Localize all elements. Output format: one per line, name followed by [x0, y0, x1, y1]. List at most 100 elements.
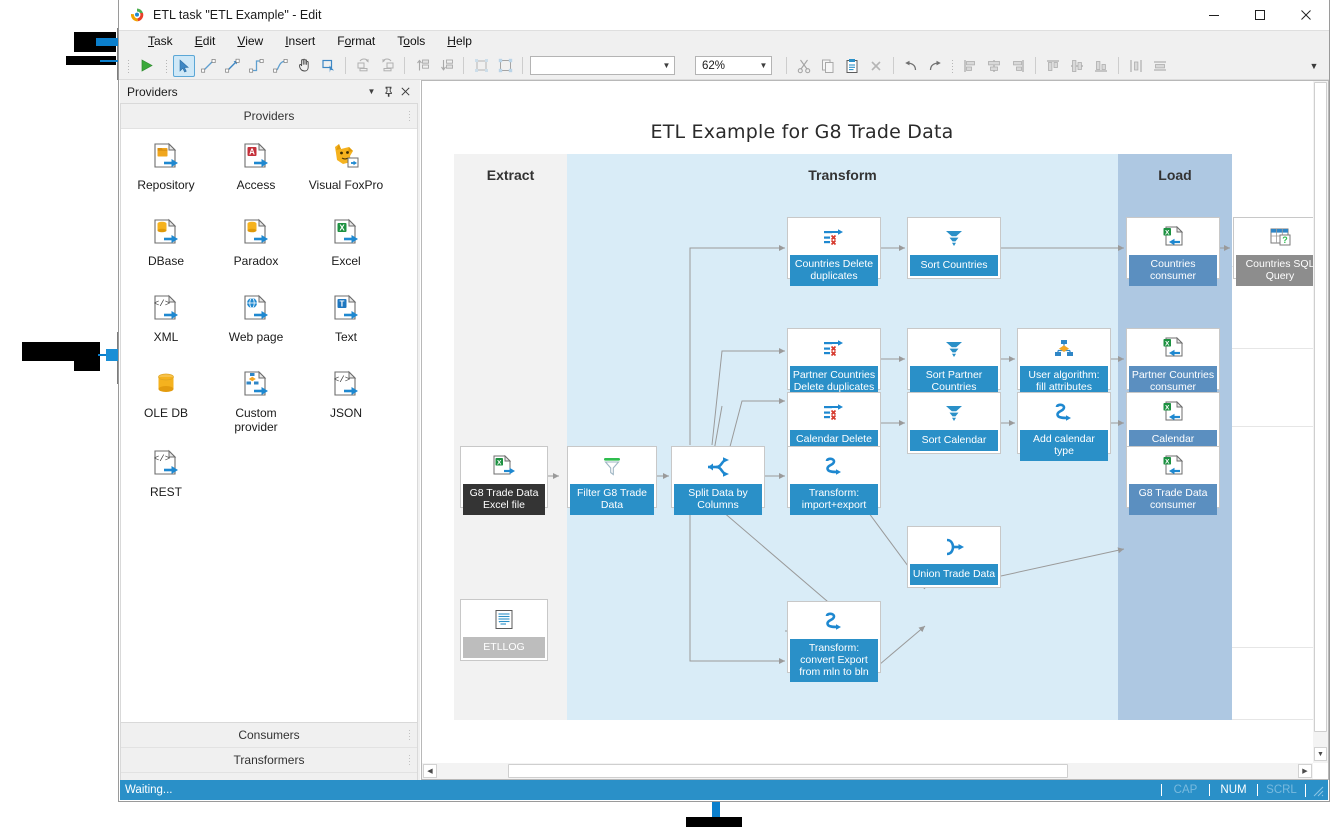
menu-item-insert[interactable]: Insert [274, 32, 326, 51]
provider-item-access[interactable]: A Access [211, 141, 301, 203]
menu-item-view[interactable]: View [226, 32, 274, 51]
node-user-algorithm-fill-attributes[interactable]: User algorithm: fill attributes [1017, 328, 1111, 390]
curved-line-tool[interactable] [269, 55, 291, 77]
node-partner-countries-delete-duplicates[interactable]: Partner Countries Delete duplicates [787, 328, 881, 390]
svg-text:?: ? [1282, 235, 1288, 245]
dock-title-label: Providers [127, 85, 363, 99]
paste-button[interactable] [841, 55, 863, 77]
node-partner-countries-consumer[interactable]: X Partner Countries consumer [1126, 328, 1220, 390]
dock-close-icon[interactable] [397, 83, 414, 100]
provider-item-json[interactable]: </> JSON [301, 369, 391, 434]
diagram-canvas[interactable]: ETL Example for G8 Trade Data Extract Tr… [422, 81, 1313, 753]
straight-line-tool[interactable] [197, 55, 219, 77]
node-countries-consumer[interactable]: X Countries consumer [1126, 217, 1220, 279]
insert-shape-tool[interactable] [317, 55, 339, 77]
menu-item-edit[interactable]: Edit [184, 32, 227, 51]
provider-item-visual-foxpro[interactable]: Visual FoxPro [301, 141, 391, 203]
node-g8-trade-data-excel-file[interactable]: X G8 Trade Data Excel file [460, 446, 548, 508]
pin-icon[interactable] [380, 83, 397, 100]
close-button[interactable] [1283, 0, 1329, 30]
group-header-transformers[interactable]: Transformers [121, 748, 417, 773]
node-countries-delete-duplicates[interactable]: Countries Delete duplicates [787, 217, 881, 279]
scroll-down-button[interactable]: ▼ [1314, 747, 1327, 761]
node-transform-import-export[interactable]: Transform: import+export [787, 446, 881, 508]
menu-item-help[interactable]: Help [436, 32, 483, 51]
providers-group-header[interactable]: Providers [121, 104, 417, 129]
toolbar-grip-2[interactable] [165, 59, 168, 73]
diagram-canvas-container[interactable]: ETL Example for G8 Trade Data Extract Tr… [421, 80, 1329, 780]
toolbar-overflow-button[interactable]: ▼ [1303, 55, 1325, 77]
node-sort-countries[interactable]: Sort Countries [907, 217, 1001, 279]
toolbar-separator-1 [345, 57, 346, 74]
window-title: ETL task "ETL Example" - Edit [153, 8, 321, 22]
transform-arrow-icon [788, 602, 880, 639]
provider-item-ole-db[interactable]: OLE DB [121, 369, 211, 434]
bring-forward-button [411, 55, 433, 77]
sql-query-icon: ? [1234, 218, 1313, 255]
node-sort-partner-countries[interactable]: Sort Partner Countries [907, 328, 1001, 390]
orthogonal-line-tool[interactable] [245, 55, 267, 77]
provider-label: REST [123, 485, 209, 499]
svg-text:X: X [339, 224, 345, 233]
scroll-left-button[interactable]: ◀ [423, 764, 437, 778]
canvas-horizontal-scroll-thumb[interactable] [508, 764, 1068, 778]
node-etllog[interactable]: ETLLOG [460, 599, 548, 661]
chevron-down-icon: ▼ [756, 62, 771, 70]
node-add-calendar-type[interactable]: Add calendar type [1017, 392, 1111, 454]
chevron-down-icon: ▼ [659, 62, 674, 70]
provider-item-web-page[interactable]: Web page [211, 293, 301, 355]
provider-item-paradox[interactable]: Paradox [211, 217, 301, 279]
delete-duplicates-icon [788, 393, 880, 430]
node-g8-trade-data-consumer[interactable]: X G8 Trade Data consumer [1126, 446, 1220, 508]
scroll-right-button[interactable]: ▶ [1298, 764, 1312, 778]
maximize-button[interactable] [1237, 0, 1283, 30]
provider-item-rest[interactable]: </> REST [121, 448, 211, 510]
align-center-button [983, 55, 1005, 77]
callout-box-provider-palette [22, 342, 100, 361]
provider-icon-grid: Repository A [121, 129, 417, 520]
toolbar-grip-3[interactable] [951, 59, 954, 73]
redo-button[interactable] [924, 55, 946, 77]
node-split-data-by-columns[interactable]: Split Data by Columns [671, 446, 765, 508]
transform-arrow-icon [788, 447, 880, 484]
node-label: Transform: import+export [790, 484, 878, 515]
zoom-combo[interactable]: 62% ▼ [695, 56, 772, 75]
canvas-vertical-scroll-thumb[interactable] [1314, 82, 1327, 732]
node-union-trade-data[interactable]: Union Trade Data [907, 526, 1001, 588]
undo-button[interactable] [900, 55, 922, 77]
excel-provider-icon: X [329, 217, 363, 249]
svg-text:X: X [1165, 229, 1170, 236]
select-pointer-tool[interactable] [173, 55, 195, 77]
provider-item-dbase[interactable]: DBase [121, 217, 211, 279]
custom-provider-icon [239, 369, 273, 401]
grid-cell [1232, 648, 1313, 720]
align-top-button [1042, 55, 1064, 77]
svg-text:A: A [249, 148, 255, 157]
group-header-consumers[interactable]: Consumers [121, 723, 417, 748]
dropdown-arrow-icon[interactable]: ▼ [363, 83, 380, 100]
node-calendar-delete-duplicates[interactable]: Calendar Delete duplicates [787, 392, 881, 454]
menu-item-tools[interactable]: Tools [386, 32, 436, 51]
provider-item-repository[interactable]: Repository [121, 141, 211, 203]
node-label: Countries Delete duplicates [790, 255, 878, 286]
provider-item-xml[interactable]: </> XML [121, 293, 211, 355]
provider-item-text[interactable]: T Text [301, 293, 391, 355]
arrow-line-tool[interactable] [221, 55, 243, 77]
menu-item-task[interactable]: Task [137, 32, 184, 51]
node-countries-sql-query[interactable]: ? Countries SQL Query [1233, 217, 1313, 279]
toolbar-grip-1[interactable] [127, 59, 130, 73]
node-filter-g8-trade-data[interactable]: Filter G8 Trade Data [567, 446, 657, 508]
node-sort-calendar[interactable]: Sort Calendar [907, 392, 1001, 454]
provider-item-excel[interactable]: X Excel [301, 217, 391, 279]
node-transform-convert-export-mln-bln[interactable]: Transform: convert Export from mln to bl… [787, 601, 881, 673]
pan-hand-tool[interactable] [293, 55, 315, 77]
resize-grip-icon[interactable] [1305, 784, 1328, 797]
run-task-button[interactable] [135, 55, 157, 77]
provider-item-custom-provider[interactable]: Custom provider [211, 369, 301, 434]
node-calendar-consumer[interactable]: X Calendar consumer [1126, 392, 1220, 454]
node-label: Sort Countries [910, 255, 998, 276]
svg-text:T: T [340, 300, 345, 309]
shape-style-combo[interactable]: ▼ [530, 56, 675, 75]
menu-item-format[interactable]: Format [326, 32, 386, 51]
minimize-button[interactable] [1191, 0, 1237, 30]
